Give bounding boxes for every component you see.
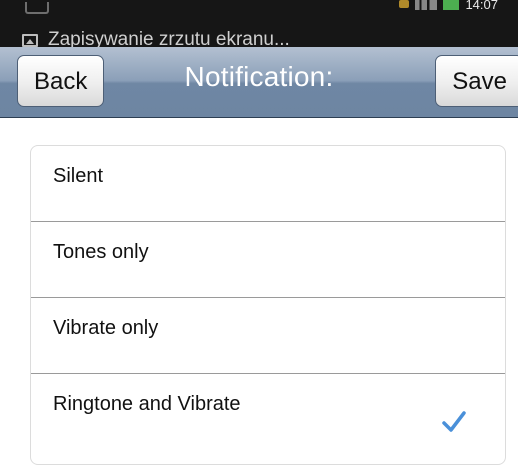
save-button[interactable]: Save — [435, 55, 518, 107]
signal-icon — [415, 0, 438, 10]
option-vibrate-only[interactable]: Vibrate only — [31, 298, 505, 374]
option-label: Silent — [53, 165, 104, 187]
status-bar: 14:07 Zapisywanie zrzutu ekranu... — [0, 0, 518, 47]
sync-icon — [399, 0, 410, 8]
option-silent[interactable]: Silent — [31, 146, 505, 222]
option-ringtone-and-vibrate[interactable]: Ringtone and Vibrate — [31, 374, 505, 450]
battery-icon — [443, 0, 460, 10]
status-notification-text: Zapisywanie zrzutu ekranu... — [48, 29, 290, 47]
option-label: Vibrate only — [53, 317, 159, 339]
status-notification: Zapisywanie zrzutu ekranu... — [22, 29, 290, 47]
option-label: Ringtone and Vibrate — [53, 393, 241, 415]
image-icon — [22, 33, 38, 47]
option-tones-only[interactable]: Tones only — [31, 222, 505, 298]
status-icon — [25, 2, 49, 14]
status-indicators: 14:07 — [399, 0, 498, 14]
status-time: 14:07 — [465, 0, 498, 12]
navigation-bar: Back Notification: Save — [0, 47, 518, 118]
notification-options-list: Silent Tones only Vibrate only Ringtone … — [30, 145, 506, 465]
checkmark-icon — [442, 411, 466, 432]
option-label: Tones only — [53, 241, 149, 263]
